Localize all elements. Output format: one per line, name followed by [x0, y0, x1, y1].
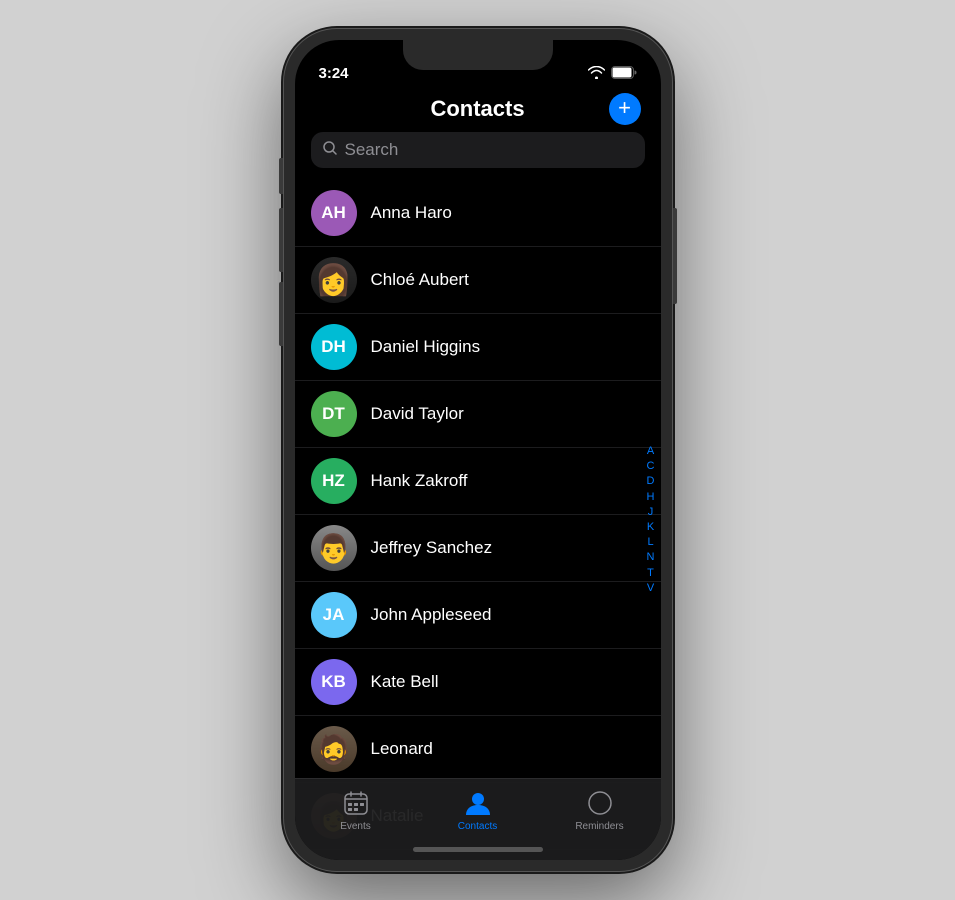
- mute-button[interactable]: [279, 158, 283, 194]
- alpha-d[interactable]: D: [647, 475, 655, 488]
- avatar-kate-bell: KB: [311, 659, 357, 705]
- avatar-leonard: [311, 726, 357, 772]
- tab-contacts-label: Contacts: [458, 821, 497, 832]
- alpha-l[interactable]: L: [647, 536, 655, 549]
- phone-device: 3:24: [283, 28, 673, 872]
- person-icon: [464, 789, 492, 817]
- contact-name-anna-haro: Anna Haro: [371, 203, 452, 223]
- alpha-h[interactable]: H: [647, 491, 655, 504]
- contact-item-hank-zakroff[interactable]: HZ Hank Zakroff: [295, 448, 661, 515]
- avatar-chloe-aubert: [311, 257, 357, 303]
- contact-item-chloe-aubert[interactable]: Chloé Aubert: [295, 247, 661, 314]
- avatar-david-taylor: DT: [311, 391, 357, 437]
- volume-down-button[interactable]: [279, 282, 283, 346]
- status-icons: [588, 66, 637, 82]
- avatar-jeffrey-sanchez: [311, 525, 357, 571]
- plus-icon: +: [618, 97, 631, 119]
- search-bar[interactable]: Search: [311, 132, 645, 168]
- tab-contacts[interactable]: Contacts: [417, 789, 539, 832]
- battery-icon: [611, 66, 637, 82]
- contact-item-john-appleseed[interactable]: JA John Appleseed: [295, 582, 661, 649]
- alpha-a[interactable]: A: [647, 445, 655, 458]
- alpha-j[interactable]: J: [647, 506, 655, 519]
- contact-name-daniel-higgins: Daniel Higgins: [371, 337, 481, 357]
- tab-reminders[interactable]: Reminders: [539, 789, 661, 832]
- contact-item-jeffrey-sanchez[interactable]: Jeffrey Sanchez: [295, 515, 661, 582]
- search-placeholder: Search: [345, 140, 399, 160]
- contact-item-daniel-higgins[interactable]: DH Daniel Higgins: [295, 314, 661, 381]
- phone-screen: 3:24: [295, 40, 661, 860]
- status-time: 3:24: [319, 65, 349, 82]
- contact-name-hank-zakroff: Hank Zakroff: [371, 471, 468, 491]
- home-indicator: [413, 847, 543, 852]
- avatar-john-appleseed: JA: [311, 592, 357, 638]
- contacts-list: AHAnna HaroChloé AubertDHDaniel HigginsD…: [295, 180, 661, 860]
- contact-name-david-taylor: David Taylor: [371, 404, 464, 424]
- tab-events-label: Events: [340, 821, 371, 832]
- alpha-t[interactable]: T: [647, 567, 655, 580]
- alphabet-index[interactable]: ACDHJKLNTV: [647, 445, 655, 595]
- tab-events[interactable]: Events: [295, 789, 417, 832]
- calendar-icon: [342, 789, 370, 817]
- reminders-icon: [586, 789, 614, 817]
- volume-up-button[interactable]: [279, 208, 283, 272]
- contact-item-leonard[interactable]: Leonard: [295, 716, 661, 783]
- avatar-anna-haro: AH: [311, 190, 357, 236]
- contact-name-jeffrey-sanchez: Jeffrey Sanchez: [371, 538, 493, 558]
- contact-item-anna-haro[interactable]: AH Anna Haro: [295, 180, 661, 247]
- page-title: Contacts: [430, 96, 524, 122]
- contact-name-chloe-aubert: Chloé Aubert: [371, 270, 469, 290]
- contact-item-kate-bell[interactable]: KB Kate Bell: [295, 649, 661, 716]
- contacts-container: AHAnna HaroChloé AubertDHDaniel HigginsD…: [295, 180, 661, 850]
- alpha-c[interactable]: C: [647, 460, 655, 473]
- contact-name-kate-bell: Kate Bell: [371, 672, 439, 692]
- contact-name-john-appleseed: John Appleseed: [371, 605, 492, 625]
- search-icon: [323, 141, 337, 159]
- contact-name-leonard: Leonard: [371, 739, 433, 759]
- wifi-icon: [588, 66, 605, 82]
- app-header: Contacts +: [295, 88, 661, 132]
- alpha-v[interactable]: V: [647, 582, 655, 595]
- tab-reminders-label: Reminders: [575, 821, 623, 832]
- contact-item-david-taylor[interactable]: DT David Taylor: [295, 381, 661, 448]
- add-contact-button[interactable]: +: [609, 93, 641, 125]
- avatar-hank-zakroff: HZ: [311, 458, 357, 504]
- alpha-k[interactable]: K: [647, 521, 655, 534]
- power-button[interactable]: [673, 208, 677, 304]
- notch: [403, 40, 553, 70]
- avatar-daniel-higgins: DH: [311, 324, 357, 370]
- alpha-n[interactable]: N: [647, 551, 655, 564]
